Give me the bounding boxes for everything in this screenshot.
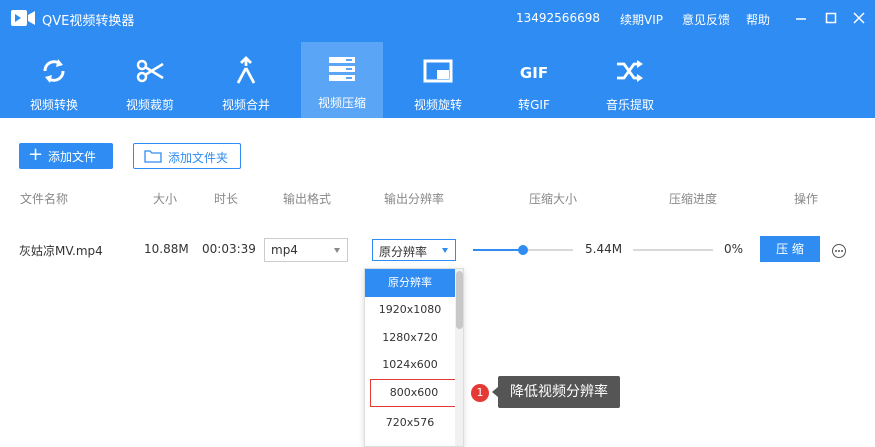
- minimize-icon[interactable]: [792, 9, 810, 27]
- help-link[interactable]: 帮助: [746, 11, 770, 28]
- add-file-label: 添加文件: [48, 150, 97, 164]
- output-resolution-value: 原分辨率: [379, 245, 428, 259]
- tab-video-merge[interactable]: 视频合并: [205, 44, 287, 118]
- file-name: 灰姑凉MV.mp4: [19, 244, 103, 258]
- close-icon[interactable]: [850, 9, 868, 27]
- slider-fill: [473, 249, 523, 251]
- resolution-option[interactable]: 1920x1080: [365, 296, 455, 324]
- chevron-down-icon: [334, 248, 340, 253]
- file-size: 10.88M: [144, 242, 189, 256]
- account-phone[interactable]: 13492566698: [516, 11, 600, 25]
- scissors-icon: [136, 59, 164, 83]
- column-header-name: 文件名称: [20, 192, 69, 206]
- main-toolbar: 视频转换 视频裁剪 视频合并 视频压缩 视频旋转 GIF 转GIF 音乐提取: [0, 36, 875, 118]
- tab-video-convert[interactable]: 视频转换: [13, 44, 95, 118]
- output-format-select[interactable]: mp4: [264, 238, 348, 262]
- tab-to-gif[interactable]: GIF 转GIF: [493, 44, 575, 118]
- add-folder-label: 添加文件夹: [168, 151, 229, 165]
- column-header-format: 输出格式: [283, 192, 332, 206]
- merge-icon: [236, 56, 256, 84]
- tab-label: 视频裁剪: [125, 98, 174, 112]
- tab-label: 视频转换: [29, 98, 78, 112]
- file-duration: 00:03:39: [202, 242, 256, 256]
- add-folder-button[interactable]: 添加文件夹: [133, 143, 241, 169]
- feedback-link[interactable]: 意见反馈: [682, 11, 730, 28]
- compress-icon: [329, 57, 355, 81]
- dropdown-scrollbar[interactable]: [455, 269, 463, 446]
- maximize-icon[interactable]: [822, 9, 840, 27]
- column-header-duration: 时长: [214, 192, 239, 206]
- scrollbar-thumb[interactable]: [456, 271, 463, 329]
- compress-button[interactable]: 压 缩: [760, 236, 820, 262]
- tab-label: 视频合并: [221, 98, 270, 112]
- output-format-value: mp4: [271, 243, 298, 257]
- tab-video-rotate[interactable]: 视频旋转: [397, 44, 479, 118]
- resolution-option[interactable]: 原分辨率: [365, 269, 455, 297]
- output-resolution-select[interactable]: 原分辨率: [372, 239, 456, 261]
- convert-icon: [43, 59, 65, 83]
- resolution-option-highlighted[interactable]: 800x600: [370, 379, 458, 407]
- svg-text:GIF: GIF: [520, 64, 548, 82]
- resolution-option[interactable]: 1024x600: [365, 351, 455, 379]
- gif-icon: GIF: [520, 64, 548, 82]
- column-header-actions: 操作: [794, 192, 819, 206]
- app-header: QVE视频转换器 13492566698 续期VIP 意见反馈 帮助 视频转换 …: [0, 0, 875, 118]
- rotate-icon: [423, 59, 453, 83]
- compress-level-slider[interactable]: [473, 245, 573, 255]
- app-title: QVE视频转换器: [42, 14, 135, 29]
- compressed-size: 5.44M: [585, 242, 623, 256]
- resolution-dropdown-list: 原分辨率 1920x1080 1280x720 1024x600 800x600…: [364, 268, 464, 447]
- column-header-compressed-size: 压缩大小: [529, 192, 578, 206]
- column-header-progress: 压缩进度: [669, 192, 718, 206]
- tab-label: 视频旋转: [413, 98, 462, 112]
- compress-progress-bar: [633, 249, 713, 251]
- slider-handle[interactable]: [518, 245, 528, 255]
- add-file-button[interactable]: + 添加文件: [19, 143, 113, 169]
- app-logo-icon: [11, 10, 35, 26]
- title-bar: QVE视频转换器 13492566698 续期VIP 意见反馈 帮助: [0, 0, 875, 36]
- tab-label: 音乐提取: [605, 98, 654, 112]
- column-header-size: 大小: [153, 192, 178, 206]
- chevron-down-icon: [442, 248, 448, 253]
- progress-percent: 0%: [724, 242, 744, 256]
- shuffle-icon: [617, 60, 643, 82]
- renew-vip-link[interactable]: 续期VIP: [620, 11, 663, 28]
- tab-label: 视频压缩: [317, 96, 366, 110]
- step-number-badge: 1: [471, 384, 489, 402]
- folder-icon: [144, 150, 162, 163]
- tab-label: 转GIF: [518, 98, 550, 112]
- resolution-option[interactable]: 720x576: [365, 409, 455, 437]
- plus-icon: +: [28, 144, 44, 165]
- tab-video-compress[interactable]: 视频压缩: [301, 42, 383, 118]
- annotation-callout: 降低视频分辨率: [492, 376, 620, 408]
- tab-extract-audio[interactable]: 音乐提取: [589, 44, 671, 118]
- more-options-icon[interactable]: [832, 244, 846, 258]
- tab-video-crop[interactable]: 视频裁剪: [109, 44, 191, 118]
- column-header-resolution: 输出分辨率: [384, 192, 445, 206]
- resolution-option[interactable]: 1280x720: [365, 324, 455, 352]
